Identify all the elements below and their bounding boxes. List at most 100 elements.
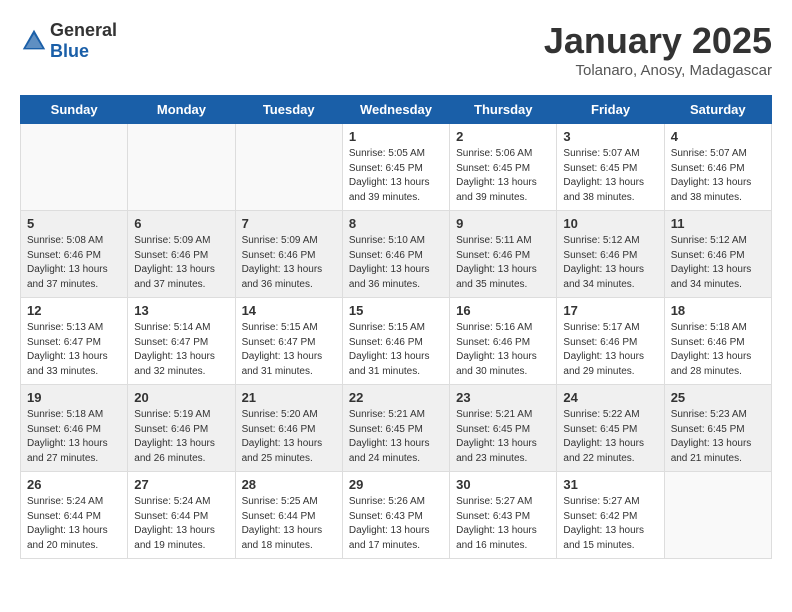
calendar-day-cell: 13Sunrise: 5:14 AM Sunset: 6:47 PM Dayli… xyxy=(128,298,235,385)
page-header: General Blue January 2025 Tolanaro, Anos… xyxy=(20,20,772,79)
day-info: Sunrise: 5:12 AM Sunset: 6:46 PM Dayligh… xyxy=(671,234,765,292)
day-info: Sunrise: 5:21 AM Sunset: 6:45 PM Dayligh… xyxy=(456,408,550,466)
day-info: Sunrise: 5:20 AM Sunset: 6:46 PM Dayligh… xyxy=(242,408,336,466)
day-info: Sunrise: 5:18 AM Sunset: 6:46 PM Dayligh… xyxy=(27,408,121,466)
day-info: Sunrise: 5:09 AM Sunset: 6:46 PM Dayligh… xyxy=(134,234,228,292)
calendar-day-cell: 20 Sunrise: 5:19 AM Sunset: 6:46 PM Dayli… xyxy=(128,385,235,472)
calendar-day-cell: 11 Sunrise: 5:12 AM Sunset: 6:46 PM Dayli… xyxy=(664,211,771,298)
day-number: 29 xyxy=(349,477,443,492)
day-number: 9 xyxy=(456,216,550,231)
calendar-day-cell: 7 Sunrise: 5:09 AM Sunset: 6:46 PM Daylig… xyxy=(235,211,342,298)
day-number: 28 xyxy=(242,477,336,492)
day-number: 14 xyxy=(242,303,336,318)
day-info: Sunrise: 5:17 AM Sunset: 6:46 PM Dayligh… xyxy=(563,321,657,379)
day-info: Sunrise: 5:15 AM Sunset: 6:47 PM Dayligh… xyxy=(242,321,336,379)
calendar-day-cell: 24 Sunrise: 5:22 AM Sunset: 6:45 PM Dayli… xyxy=(557,385,664,472)
calendar-day-cell xyxy=(235,124,342,211)
day-info: Sunrise: 5:27 AM Sunset: 6:42 PM Dayligh… xyxy=(563,495,657,553)
calendar-day-cell: 21Sunrise: 5:20 AM Sunset: 6:46 PM Dayli… xyxy=(235,385,342,472)
weekday-header-thursday: Thursday xyxy=(450,96,557,124)
day-info: Sunrise: 5:18 AM Sunset: 6:46 PM Dayligh… xyxy=(671,321,765,379)
day-number: 24 xyxy=(563,390,657,405)
calendar-week-row: 12 Sunrise: 5:13 AM Sunset: 6:47 PM Dayli… xyxy=(21,298,772,385)
weekday-header-sunday: Sunday xyxy=(21,96,128,124)
calendar-week-row: 26 Sunrise: 5:24 AM Sunset: 6:44 PM Dayli… xyxy=(21,472,772,559)
calendar-day-cell: 26 Sunrise: 5:24 AM Sunset: 6:44 PM Dayli… xyxy=(21,472,128,559)
day-info: Sunrise: 5:24 AM Sunset: 6:44 PM Dayligh… xyxy=(27,495,121,553)
calendar-day-cell: 15Sunrise: 5:15 AM Sunset: 6:46 PM Dayli… xyxy=(342,298,449,385)
weekday-header-monday: Monday xyxy=(128,96,235,124)
day-number: 8 xyxy=(349,216,443,231)
day-number: 27 xyxy=(134,477,228,492)
day-number: 20 xyxy=(134,390,228,405)
weekday-header-saturday: Saturday xyxy=(664,96,771,124)
day-info: Sunrise: 5:06 AM Sunset: 6:45 PM Dayligh… xyxy=(456,147,550,205)
day-number: 12 xyxy=(27,303,121,318)
calendar-day-cell: 31 Sunrise: 5:27 AM Sunset: 6:42 PM Dayli… xyxy=(557,472,664,559)
day-number: 4 xyxy=(671,129,765,144)
weekday-header-friday: Friday xyxy=(557,96,664,124)
logo-general-text: General xyxy=(50,20,117,40)
day-info: Sunrise: 5:22 AM Sunset: 6:45 PM Dayligh… xyxy=(563,408,657,466)
calendar-day-cell: 17 Sunrise: 5:17 AM Sunset: 6:46 PM Dayli… xyxy=(557,298,664,385)
day-number: 26 xyxy=(27,477,121,492)
calendar-day-cell: 8 Sunrise: 5:10 AM Sunset: 6:46 PM Daylig… xyxy=(342,211,449,298)
calendar-week-row: 19 Sunrise: 5:18 AM Sunset: 6:46 PM Dayli… xyxy=(21,385,772,472)
day-number: 23 xyxy=(456,390,550,405)
calendar-day-cell: 29Sunrise: 5:26 AM Sunset: 6:43 PM Dayli… xyxy=(342,472,449,559)
calendar-day-cell: 22 Sunrise: 5:21 AM Sunset: 6:45 PM Dayli… xyxy=(342,385,449,472)
day-number: 7 xyxy=(242,216,336,231)
day-number: 17 xyxy=(563,303,657,318)
day-info: Sunrise: 5:05 AM Sunset: 6:45 PM Dayligh… xyxy=(349,147,443,205)
day-info: Sunrise: 5:24 AM Sunset: 6:44 PM Dayligh… xyxy=(134,495,228,553)
day-number: 10 xyxy=(563,216,657,231)
day-info: Sunrise: 5:08 AM Sunset: 6:46 PM Dayligh… xyxy=(27,234,121,292)
calendar-day-cell: 28 Sunrise: 5:25 AM Sunset: 6:44 PM Dayli… xyxy=(235,472,342,559)
day-info: Sunrise: 5:19 AM Sunset: 6:46 PM Dayligh… xyxy=(134,408,228,466)
logo-blue-text: Blue xyxy=(50,41,89,61)
day-number: 15 xyxy=(349,303,443,318)
day-info: Sunrise: 5:21 AM Sunset: 6:45 PM Dayligh… xyxy=(349,408,443,466)
day-number: 5 xyxy=(27,216,121,231)
calendar-day-cell: 23 Sunrise: 5:21 AM Sunset: 6:45 PM Dayli… xyxy=(450,385,557,472)
calendar-day-cell xyxy=(664,472,771,559)
day-number: 13 xyxy=(134,303,228,318)
calendar-day-cell: 30Sunrise: 5:27 AM Sunset: 6:43 PM Dayli… xyxy=(450,472,557,559)
month-title: January 2025 xyxy=(544,20,772,62)
day-info: Sunrise: 5:13 AM Sunset: 6:47 PM Dayligh… xyxy=(27,321,121,379)
day-number: 6 xyxy=(134,216,228,231)
calendar-day-cell: 12 Sunrise: 5:13 AM Sunset: 6:47 PM Dayli… xyxy=(21,298,128,385)
day-number: 3 xyxy=(563,129,657,144)
calendar-day-cell: 16Sunrise: 5:16 AM Sunset: 6:46 PM Dayli… xyxy=(450,298,557,385)
day-number: 25 xyxy=(671,390,765,405)
day-info: Sunrise: 5:07 AM Sunset: 6:46 PM Dayligh… xyxy=(671,147,765,205)
calendar-day-cell: 10Sunrise: 5:12 AM Sunset: 6:46 PM Dayli… xyxy=(557,211,664,298)
calendar-table: SundayMondayTuesdayWednesdayThursdayFrid… xyxy=(20,95,772,559)
day-info: Sunrise: 5:25 AM Sunset: 6:44 PM Dayligh… xyxy=(242,495,336,553)
title-section: January 2025 Tolanaro, Anosy, Madagascar xyxy=(544,20,772,79)
day-number: 31 xyxy=(563,477,657,492)
day-number: 22 xyxy=(349,390,443,405)
day-number: 19 xyxy=(27,390,121,405)
calendar-day-cell: 3 Sunrise: 5:07 AM Sunset: 6:45 PM Daylig… xyxy=(557,124,664,211)
calendar-day-cell: 2 Sunrise: 5:06 AM Sunset: 6:45 PM Daylig… xyxy=(450,124,557,211)
calendar-day-cell: 1 Sunrise: 5:05 AM Sunset: 6:45 PM Daylig… xyxy=(342,124,449,211)
day-number: 16 xyxy=(456,303,550,318)
day-number: 1 xyxy=(349,129,443,144)
calendar-week-row: 1 Sunrise: 5:05 AM Sunset: 6:45 PM Daylig… xyxy=(21,124,772,211)
day-number: 2 xyxy=(456,129,550,144)
calendar-day-cell: 4 Sunrise: 5:07 AM Sunset: 6:46 PM Daylig… xyxy=(664,124,771,211)
day-number: 18 xyxy=(671,303,765,318)
calendar-day-cell: 6 Sunrise: 5:09 AM Sunset: 6:46 PM Daylig… xyxy=(128,211,235,298)
calendar-day-cell: 5 Sunrise: 5:08 AM Sunset: 6:46 PM Daylig… xyxy=(21,211,128,298)
day-info: Sunrise: 5:07 AM Sunset: 6:45 PM Dayligh… xyxy=(563,147,657,205)
logo: General Blue xyxy=(20,20,117,62)
calendar-day-cell xyxy=(21,124,128,211)
weekday-header-row: SundayMondayTuesdayWednesdayThursdayFrid… xyxy=(21,96,772,124)
weekday-header-wednesday: Wednesday xyxy=(342,96,449,124)
location-text: Tolanaro, Anosy, Madagascar xyxy=(544,62,772,79)
calendar-day-cell: 18 Sunrise: 5:18 AM Sunset: 6:46 PM Dayli… xyxy=(664,298,771,385)
day-number: 11 xyxy=(671,216,765,231)
day-info: Sunrise: 5:09 AM Sunset: 6:46 PM Dayligh… xyxy=(242,234,336,292)
day-info: Sunrise: 5:10 AM Sunset: 6:46 PM Dayligh… xyxy=(349,234,443,292)
